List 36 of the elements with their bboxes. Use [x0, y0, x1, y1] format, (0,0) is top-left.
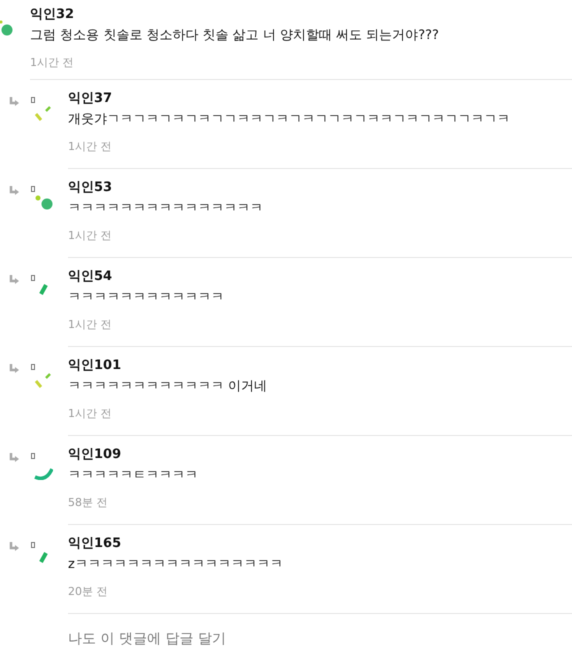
broken-image-icon: [31, 186, 35, 192]
timestamp: 58분 전: [68, 496, 108, 510]
avatar-drawing: [33, 468, 53, 480]
reply-text: 개웃갸ㄱㅋㄱㅋㄱㅋㄱㅋㄱㄱㅋㅋㄱㅋㄱㅋㄱㄱㅋㄱㅋㅋㄱㅋㄱㅋㄱㄱㅋㄱㅋ: [68, 111, 511, 129]
broken-image-icon: [31, 97, 35, 103]
author-name: 익인109: [68, 446, 122, 464]
timestamp: 1시간 전: [68, 229, 112, 243]
avatar-drawing: [0, 20, 14, 36]
author-name: 익인32: [30, 6, 76, 24]
author-name: 익인165: [68, 535, 122, 553]
reply-arrow-icon: [9, 542, 20, 552]
reply-arrow-icon: [9, 453, 20, 463]
reply-text: zㅋㅋㅋㅋㅋㅋㅋㅋㅋㅋㅋㅋㅋㅋㅋㅋ: [68, 556, 284, 574]
comment-text: 그럼 청소용 칫솔로 청소하다 칫솔 삶고 너 양치할때 써도 되는거야???: [30, 27, 440, 45]
reply-arrow-icon: [9, 275, 20, 285]
reply-arrow-icon: [9, 97, 20, 107]
author-name: 익인54: [68, 268, 114, 286]
reply-arrow-icon: [9, 364, 20, 374]
author-name: 익인53: [68, 179, 114, 197]
timestamp: 1시간 전: [30, 56, 74, 70]
author-name: 익인101: [68, 357, 122, 375]
broken-image-icon: [31, 542, 35, 548]
broken-image-icon: [31, 364, 35, 370]
reply-text: ㅋㅋㅋㅋㅋㅋㅋㅋㅋㅋㅋㅋ: [68, 289, 225, 307]
timestamp: 1시간 전: [68, 318, 112, 332]
reply-arrow-icon: [9, 186, 20, 196]
reply-text: ㅋㅋㅋㅋㅋㅋㅋㅋㅋㅋㅋㅋㅋㅋㅋ: [68, 200, 264, 218]
timestamp: 20분 전: [68, 585, 108, 599]
broken-image-icon: [31, 275, 35, 281]
timestamp: 1시간 전: [68, 140, 112, 154]
author-name: 익인37: [68, 90, 114, 108]
reply-text: ㅋㅋㅋㅋㅋㅌㅋㅋㅋㅋ: [68, 467, 199, 485]
broken-image-icon: [31, 453, 35, 459]
reply-link[interactable]: 나도 이 댓글에 답글 달기: [68, 631, 226, 647]
timestamp: 1시간 전: [68, 407, 112, 421]
reply-text: ㅋㅋㅋㅋㅋㅋㅋㅋㅋㅋㅋㅋ 이거네: [68, 378, 268, 396]
